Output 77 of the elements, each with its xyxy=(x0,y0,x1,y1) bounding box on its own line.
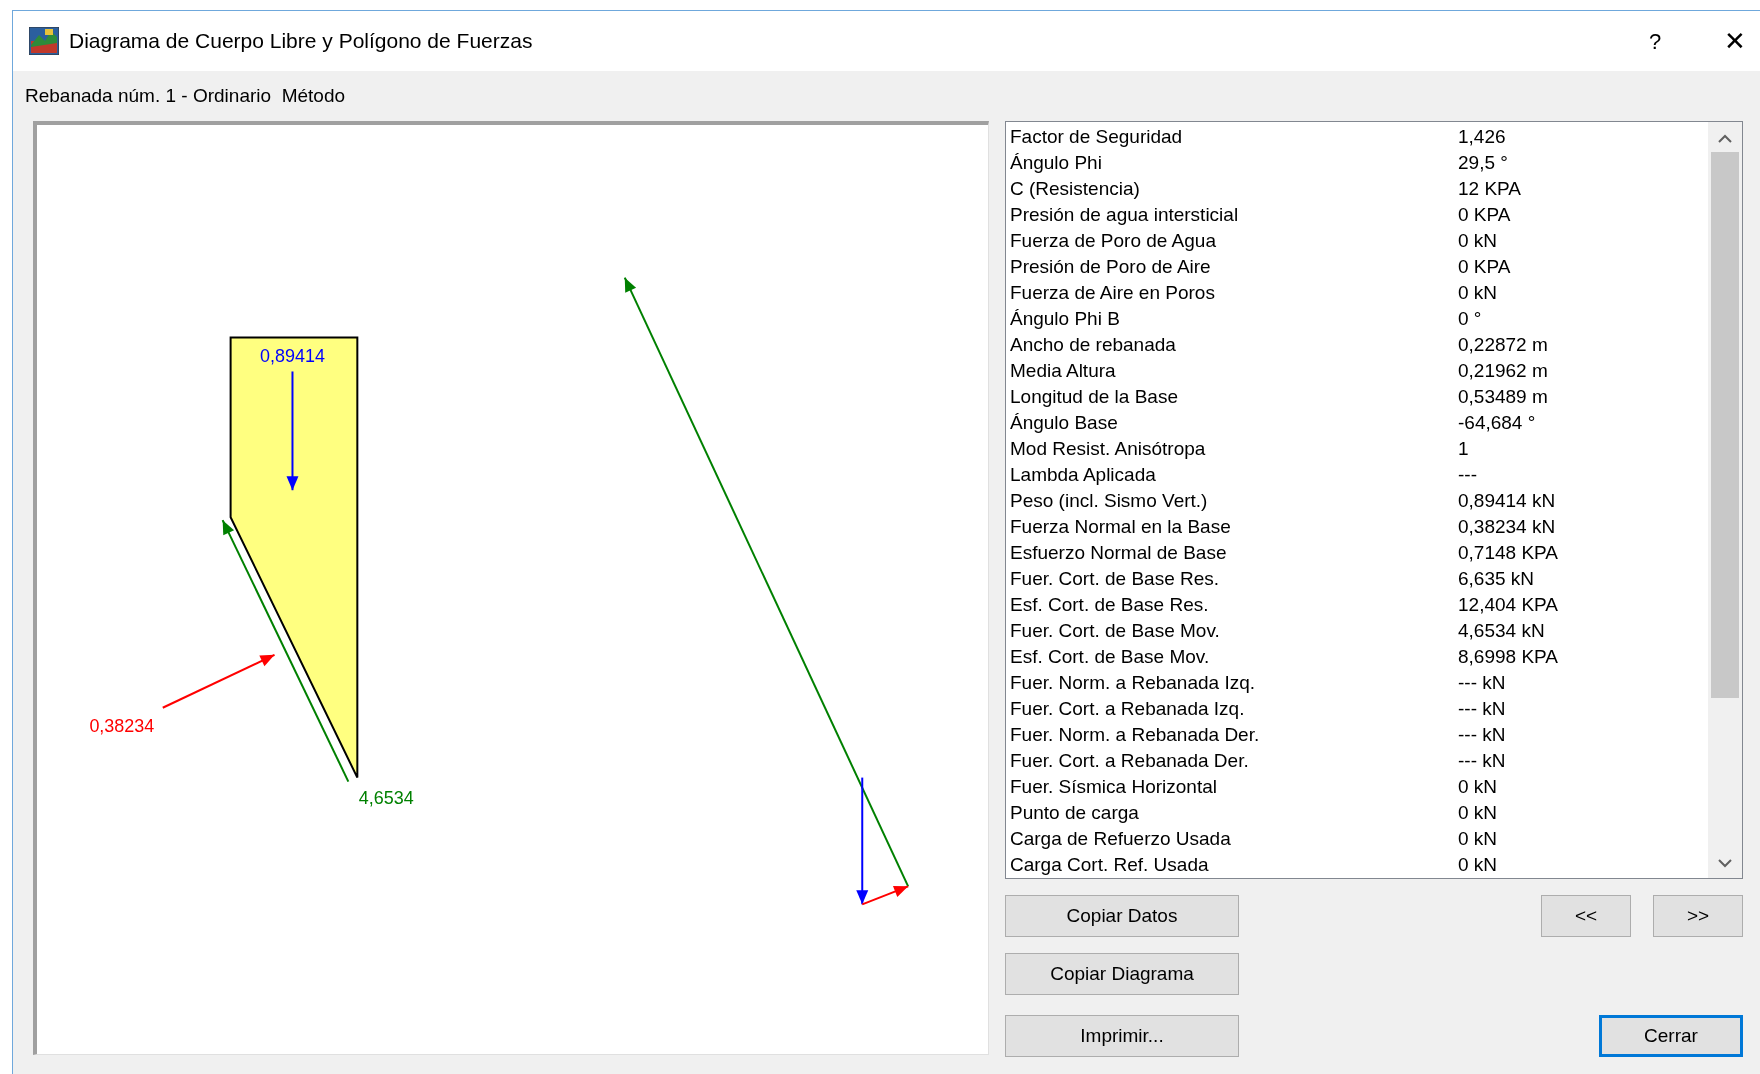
property-name: Ángulo Phi xyxy=(1010,150,1103,175)
window-title: Diagrama de Cuerpo Libre y Polígono de Fuerzas xyxy=(69,28,533,55)
close-dialog-button[interactable]: Cerrar xyxy=(1599,1015,1743,1057)
previous-button[interactable]: << xyxy=(1541,895,1631,937)
property-name: Fuer. Cort. a Rebanada Der. xyxy=(1010,748,1250,773)
property-name: Fuer. Sísmica Horizontal xyxy=(1010,774,1218,799)
property-name: Fuer. Cort. a Rebanada Izq. xyxy=(1010,696,1246,721)
weight-label: 0,89414 xyxy=(260,346,325,367)
property-name: Longitud de la Base xyxy=(1010,384,1179,409)
property-value: --- kN xyxy=(1458,722,1506,747)
property-name: Fuerza de Aire en Poros xyxy=(1010,280,1216,305)
property-name: Peso (incl. Sismo Vert.) xyxy=(1010,488,1209,513)
property-value: 0,89414 kN xyxy=(1458,488,1556,513)
property-name: Ángulo Base xyxy=(1010,410,1119,435)
property-value: --- kN xyxy=(1458,696,1506,721)
property-value: 6,635 kN xyxy=(1458,566,1535,591)
property-value: 0 KPA xyxy=(1458,202,1511,227)
app-icon xyxy=(29,27,59,55)
scrollbar-thumb[interactable] xyxy=(1711,152,1739,698)
property-value: 29,5 ° xyxy=(1458,150,1508,175)
property-name: C (Resistencia) xyxy=(1010,176,1141,201)
property-name: Fuer. Norm. a Rebanada Izq. xyxy=(1010,670,1256,695)
property-value: 0 kN xyxy=(1458,228,1498,253)
property-name: Esfuerzo Normal de Base xyxy=(1010,540,1228,565)
scrollbar[interactable] xyxy=(1708,122,1742,878)
property-value: 1 xyxy=(1458,436,1469,461)
property-value: 12 KPA xyxy=(1458,176,1522,201)
scroll-down-icon[interactable] xyxy=(1718,858,1732,868)
property-value: 1,426 xyxy=(1458,124,1506,149)
property-name: Punto de carga xyxy=(1010,800,1140,825)
scroll-up-icon[interactable] xyxy=(1718,134,1732,144)
property-value: 0,7148 KPA xyxy=(1458,540,1558,565)
property-name: Fuerza de Poro de Agua xyxy=(1010,228,1217,253)
copy-data-button[interactable]: Copiar Datos xyxy=(1005,895,1239,937)
property-name: Lambda Aplicada xyxy=(1010,462,1157,487)
property-name: Media Altura xyxy=(1010,358,1117,383)
property-name: Ángulo Phi B xyxy=(1010,306,1121,331)
property-value: 0 kN xyxy=(1458,800,1498,825)
polygon-normal-arrow xyxy=(861,885,910,906)
slice-subtitle: Rebanada núm. 1 - Ordinario Método xyxy=(25,83,345,108)
print-button[interactable]: Imprimir... xyxy=(1005,1015,1239,1057)
property-name: Carga Cort. Ref. Usada xyxy=(1010,852,1210,877)
property-value: 0,38234 kN xyxy=(1458,514,1556,539)
property-value: 0,22872 m xyxy=(1458,332,1548,357)
property-name: Presión de Poro de Aire xyxy=(1010,254,1212,279)
property-name: Fuer. Cort. de Base Mov. xyxy=(1010,618,1221,643)
property-name: Esf. Cort. de Base Res. xyxy=(1010,592,1210,617)
property-value: 0 ° xyxy=(1458,306,1482,331)
normal-force-label: 0,38234 xyxy=(89,715,155,736)
property-value: -64,684 ° xyxy=(1458,410,1536,435)
property-name: Presión de agua intersticial xyxy=(1010,202,1240,227)
next-button[interactable]: >> xyxy=(1653,895,1743,937)
property-name: Fuer. Norm. a Rebanada Der. xyxy=(1010,722,1261,747)
property-value: 0,53489 m xyxy=(1458,384,1548,409)
property-value: 0 kN xyxy=(1458,774,1498,799)
property-value: 12,404 KPA xyxy=(1458,592,1558,617)
help-button[interactable]: ? xyxy=(1635,21,1675,61)
property-name: Factor de Seguridad xyxy=(1010,124,1184,149)
property-value: 4,6534 kN xyxy=(1458,618,1545,643)
property-name: Carga de Refuerzo Usada xyxy=(1010,826,1232,851)
property-name: Fuerza Normal en la Base xyxy=(1010,514,1232,539)
copy-diagram-button[interactable]: Copiar Diagrama xyxy=(1005,953,1239,995)
property-value: 0 kN xyxy=(1458,826,1498,851)
property-name: Esf. Cort. de Base Mov. xyxy=(1010,644,1211,669)
property-value: --- kN xyxy=(1458,748,1506,773)
close-button[interactable]: ✕ xyxy=(1715,21,1755,61)
property-value: 0 kN xyxy=(1458,280,1498,305)
property-value: --- xyxy=(1458,462,1477,487)
property-value: 0,21962 m xyxy=(1458,358,1548,383)
property-name: Ancho de rebanada xyxy=(1010,332,1177,357)
property-value: 0 kN xyxy=(1458,852,1498,877)
shear-force-label: 4,6534 xyxy=(358,787,414,808)
property-value: 0 KPA xyxy=(1458,254,1511,279)
property-name: Mod Resist. Anisótropa xyxy=(1010,436,1207,461)
property-name: Fuer. Cort. de Base Res. xyxy=(1010,566,1221,591)
property-value: 8,6998 KPA xyxy=(1458,644,1558,669)
property-value: --- kN xyxy=(1458,670,1506,695)
